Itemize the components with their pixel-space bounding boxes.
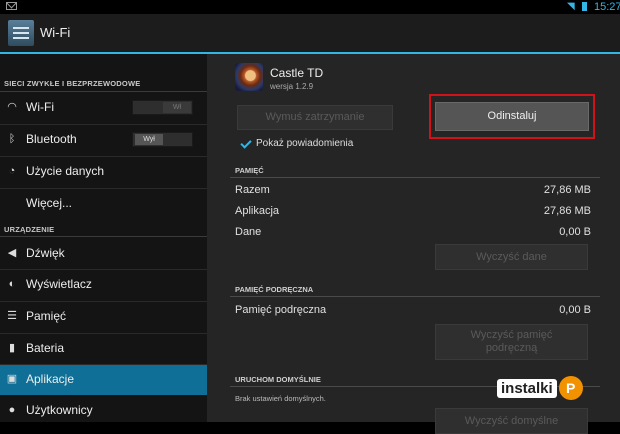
section-header-networks: SIECI ZWYKŁE I BEZPRZEWODOWE: [4, 79, 141, 88]
row-label: Aplikacja: [235, 205, 280, 217]
app-version: wersja 1.2.9: [270, 82, 314, 91]
sidebar-item-apps[interactable]: ▣ Aplikacje: [0, 365, 207, 395]
speaker-icon: ◀: [7, 247, 17, 259]
section-header-device: URZĄDZENIE: [4, 225, 55, 234]
row-value: 0,00 B: [559, 304, 591, 316]
row-label: Razem: [235, 184, 270, 196]
gear-icon: P: [558, 376, 583, 400]
bluetooth-icon: ᛒ: [8, 133, 16, 145]
sidebar-item-more[interactable]: Więcej...: [0, 189, 207, 219]
apps-icon: ▣: [6, 373, 18, 385]
sidebar-item-label: Bateria: [26, 341, 65, 355]
notifications-checkbox[interactable]: [240, 138, 251, 149]
row-value: 27,86 MB: [543, 184, 591, 196]
sidebar-item-label: Wyświetlacz: [26, 277, 92, 291]
storage-total-row: Razem 27,86 MB: [235, 184, 591, 196]
bluetooth-toggle-label: Wył: [135, 134, 163, 145]
wifi-signal-icon: ◥: [567, 1, 575, 12]
settings-icon[interactable]: [8, 20, 34, 46]
mail-icon: [6, 2, 17, 10]
clear-cache-label-1: Wyczyść pamięć: [470, 329, 553, 341]
clear-cache-label-2: podręczną: [485, 342, 538, 354]
sidebar-item-label: Bluetooth: [26, 132, 77, 146]
data-usage-icon: ◔: [8, 165, 16, 177]
notifications-label: Pokaż powiadomienia: [256, 138, 354, 149]
sidebar-item-bluetooth[interactable]: ᛒ Bluetooth Wył: [0, 125, 207, 155]
brightness-icon: ◐: [8, 278, 16, 290]
action-bar: Wi-Fi: [0, 14, 620, 54]
watermark-logo: instalki P: [497, 375, 583, 401]
sidebar-item-label: Aplikacje: [26, 372, 75, 386]
sidebar-item-label: Pamięć: [26, 309, 67, 323]
row-label: Dane: [235, 226, 262, 238]
sidebar-item-label: Więcej...: [26, 196, 73, 210]
sidebar-item-battery[interactable]: ▮ Bateria: [0, 334, 207, 364]
status-time: 15:27: [594, 1, 620, 13]
launch-default-section-title: URUCHOM DOMYŚLNIE: [235, 375, 321, 384]
sidebar-item-label: Dźwięk: [26, 246, 65, 260]
no-defaults-note: Brak ustawień domyślnych.: [235, 394, 326, 403]
storage-icon: ☰: [7, 310, 17, 322]
sidebar-item-label: Wi-Fi: [26, 100, 54, 114]
user-icon: ●: [8, 404, 16, 416]
sidebar-item-display[interactable]: ◐ Wyświetlacz: [0, 270, 207, 300]
clear-defaults-button[interactable]: Wyczyść domyślne: [435, 408, 588, 434]
sidebar-item-sound[interactable]: ◀ Dźwięk: [0, 239, 207, 269]
sidebar-item-wifi[interactable]: ◠ Wi-Fi Wł: [0, 93, 207, 123]
row-value: 27,86 MB: [543, 205, 591, 217]
battery-icon: [582, 2, 587, 11]
clear-data-button[interactable]: Wyczyść dane: [435, 244, 588, 270]
storage-data-row: Dane 0,00 B: [235, 226, 591, 238]
settings-sidebar: SIECI ZWYKŁE I BEZPRZEWODOWE ◠ Wi-Fi Wł …: [0, 54, 207, 422]
storage-section-title: PAMIĘĆ: [235, 166, 264, 175]
storage-app-row: Aplikacja 27,86 MB: [235, 205, 591, 217]
row-value: 0,00 B: [559, 226, 591, 238]
sidebar-item-data-usage[interactable]: ◔ Użycie danych: [0, 157, 207, 187]
force-stop-button[interactable]: Wymuś zatrzymanie: [237, 105, 393, 130]
sidebar-item-storage[interactable]: ☰ Pamięć: [0, 302, 207, 332]
cache-row: Pamięć podręczna 0,00 B: [235, 304, 591, 316]
action-bar-title: Wi-Fi: [40, 25, 71, 40]
app-name: Castle TD: [270, 66, 324, 80]
wifi-toggle[interactable]: Wł: [132, 100, 193, 115]
cache-section-title: PAMIĘĆ PODRĘCZNA: [235, 285, 314, 294]
watermark-text: instalki: [497, 378, 557, 398]
wifi-toggle-label: Wł: [163, 102, 191, 113]
status-bar: ◥ 15:27: [0, 0, 620, 14]
highlight-frame: [429, 94, 595, 139]
clear-cache-button[interactable]: Wyczyść pamięć podręczną: [435, 324, 588, 360]
app-icon: [235, 63, 263, 91]
battery-icon: ▮: [8, 342, 16, 354]
wifi-icon: ◠: [7, 101, 17, 113]
sidebar-item-label: Użytkownicy: [26, 403, 93, 417]
row-label: Pamięć podręczna: [235, 304, 327, 316]
sidebar-item-label: Użycie danych: [26, 164, 105, 178]
bluetooth-toggle[interactable]: Wył: [132, 132, 193, 147]
